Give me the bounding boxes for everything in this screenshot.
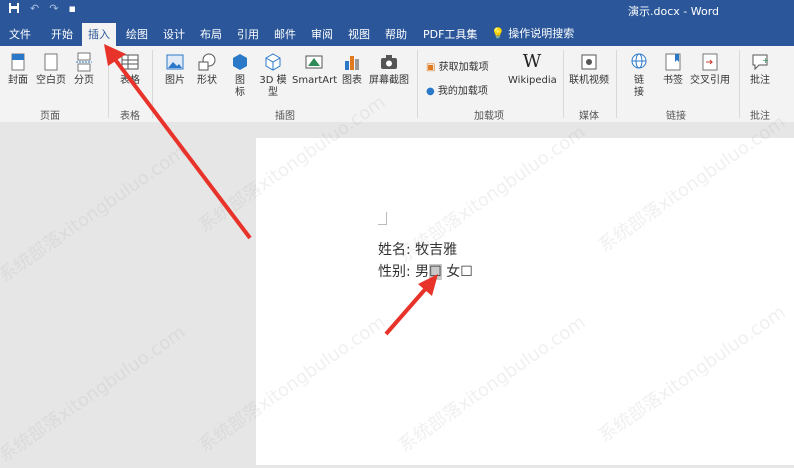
store-icon: ▣ (426, 62, 436, 73)
tab-layout[interactable]: 布局 (200, 26, 222, 42)
more-icon[interactable]: ▪ (68, 2, 75, 17)
ribbon-tabs: 文件 开始 插入 绘图 设计 布局 引用 邮件 审阅 视图 帮助 PDF工具集 … (0, 21, 794, 46)
group-pages-label: 页面 (40, 111, 60, 122)
male-label: 男 (415, 264, 430, 280)
comment-button[interactable]: + 批注 (747, 52, 773, 87)
online-video-button[interactable]: 联机视频 (569, 52, 609, 87)
tab-pdf-tools[interactable]: PDF工具集 (423, 26, 477, 42)
get-addins-button[interactable]: ▣ 获取加载项 (426, 58, 489, 73)
tab-view[interactable]: 视图 (348, 26, 370, 42)
group-links-label: 链接 (666, 111, 686, 122)
tab-mailings[interactable]: 邮件 (274, 26, 296, 42)
gender-label: 性别: (378, 264, 411, 280)
smartart-icon (305, 55, 323, 69)
blank-page-button[interactable]: 空白页 (36, 52, 66, 87)
tab-home[interactable]: 开始 (51, 26, 73, 42)
undo-icon[interactable]: ↶ (30, 2, 39, 17)
name-label: 姓名: (378, 242, 411, 258)
separator (152, 50, 153, 118)
my-addins-button[interactable]: ● 我的加载项 (426, 82, 488, 97)
page-break-button[interactable]: 分页 (72, 52, 96, 87)
lightbulb-icon: 💡 (491, 27, 505, 40)
tab-help[interactable]: 帮助 (385, 26, 407, 42)
cross-reference-icon (702, 53, 718, 71)
wikipedia-button[interactable]: W Wikipedia (508, 51, 557, 87)
separator (417, 50, 418, 118)
icons-icon (233, 54, 247, 70)
pictures-button[interactable]: 图片 (163, 52, 187, 87)
blank-page-icon (44, 53, 58, 71)
separator (108, 50, 109, 118)
separator (563, 50, 564, 118)
screenshot-button[interactable]: 屏幕截图 (368, 52, 410, 87)
tab-design[interactable]: 设计 (163, 26, 185, 42)
chart-icon (345, 56, 359, 70)
margin-marker (378, 212, 387, 225)
separator (616, 50, 617, 118)
tab-file[interactable]: 文件 (9, 26, 31, 42)
tell-me-label: 操作说明搜索 (508, 27, 575, 40)
group-media-label: 媒体 (579, 111, 599, 122)
tab-insert[interactable]: 插入 (82, 23, 116, 46)
quick-access-toolbar: ↶ ↷ ▪ (8, 2, 76, 17)
table-button[interactable]: 表格 (116, 52, 144, 87)
group-tables-label: 表格 (120, 111, 140, 122)
redo-icon[interactable]: ↷ (49, 2, 58, 17)
document-area: 姓名: 牧吉雅 性别: 男☐ 女☐ (0, 122, 794, 465)
smartart-button[interactable]: SmartArt (292, 52, 337, 87)
save-icon[interactable] (8, 2, 20, 17)
shapes-button[interactable]: 形状 (195, 52, 219, 87)
bookmark-icon (665, 53, 681, 71)
group-illustrations-label: 插图 (275, 111, 295, 122)
3d-cube-icon (265, 53, 281, 71)
comment-icon: + (752, 54, 769, 71)
tab-references[interactable]: 引用 (237, 26, 259, 42)
shapes-icon (198, 53, 216, 71)
gender-line[interactable]: 性别: 男☐ 女☐ (378, 261, 473, 281)
name-line[interactable]: 姓名: 牧吉雅 (378, 239, 457, 259)
ribbon: 封面 空白页 分页 页面 表格 表格 图片 形状 图 标 3D 模 型 Smar… (0, 46, 794, 123)
male-checkbox[interactable]: ☐ (429, 264, 442, 280)
document-page[interactable]: 姓名: 牧吉雅 性别: 男☐ 女☐ (256, 138, 794, 465)
tab-review[interactable]: 审阅 (311, 26, 333, 42)
female-label: 女 (446, 264, 461, 280)
female-checkbox[interactable]: ☐ (460, 264, 473, 280)
video-icon (581, 54, 597, 70)
cross-reference-button[interactable]: 交叉引用 (690, 52, 730, 87)
cover-page-button[interactable]: 封面 (6, 52, 30, 87)
svg-text:+: + (762, 56, 769, 65)
page-break-icon (76, 52, 92, 72)
chart-button[interactable]: 图表 (340, 52, 364, 87)
tab-draw[interactable]: 绘图 (126, 26, 148, 42)
separator (739, 50, 740, 118)
addins-icon: ● (426, 86, 435, 97)
wikipedia-icon: W (522, 51, 542, 72)
name-value: 牧吉雅 (415, 242, 458, 258)
window-title: 演示.docx - Word (628, 5, 720, 18)
bookmark-button[interactable]: 书签 (660, 52, 686, 87)
tell-me-search[interactable]: 💡 操作说明搜索 (491, 25, 574, 41)
picture-icon (166, 54, 184, 70)
link-icon (631, 53, 647, 69)
table-icon (121, 54, 139, 70)
icons-button[interactable]: 图 标 (230, 52, 250, 99)
group-comments-label: 批注 (750, 111, 770, 122)
cover-page-icon (11, 53, 25, 71)
camera-icon (381, 55, 397, 69)
3d-models-button[interactable]: 3D 模 型 (258, 52, 288, 99)
group-addins-label: 加载项 (474, 111, 504, 122)
link-button[interactable]: 链 接 (628, 52, 650, 99)
title-bar: ↶ ↷ ▪ 演示.docx - Word (0, 0, 794, 21)
